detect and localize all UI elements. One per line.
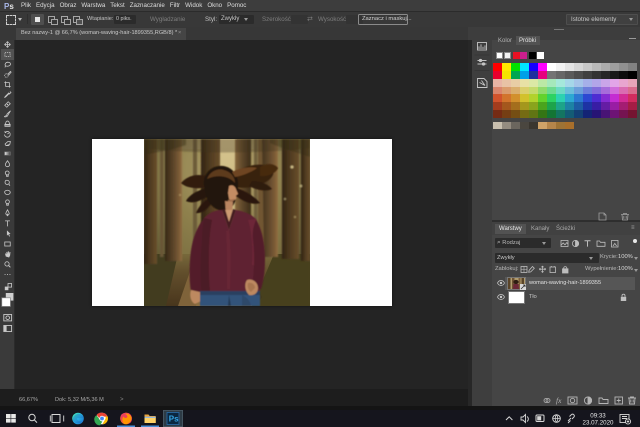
- svg-text:fx: fx: [556, 396, 562, 405]
- svg-text:23.07.2020: 23.07.2020: [583, 420, 615, 427]
- svg-text:Ps: Ps: [169, 415, 179, 424]
- svg-text:09:33: 09:33: [590, 413, 606, 420]
